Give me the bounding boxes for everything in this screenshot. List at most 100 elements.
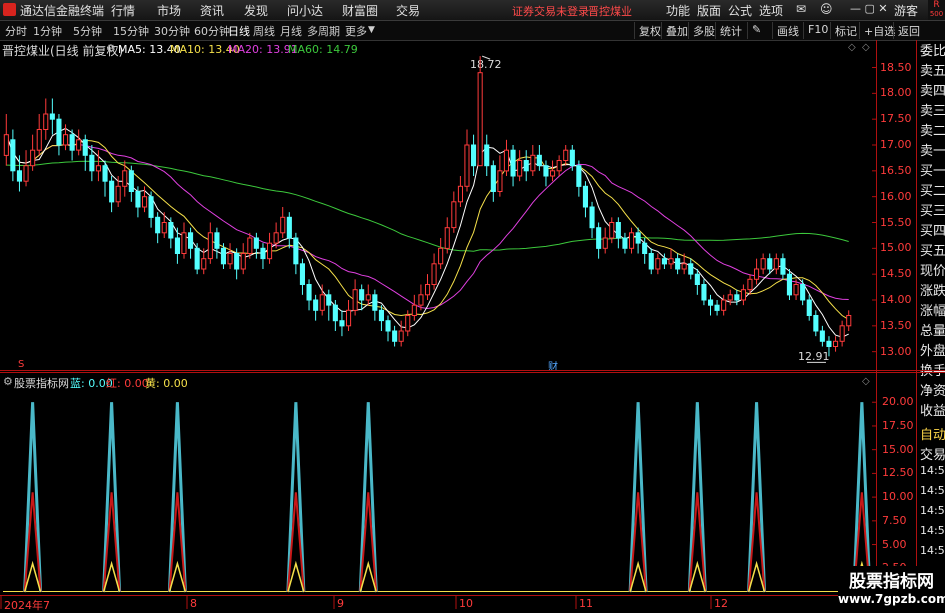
- candle-body: [181, 232, 187, 255]
- candle-body: [392, 330, 398, 342]
- candle-body: [214, 232, 220, 249]
- candle-body: [523, 160, 529, 172]
- candle-body: [457, 185, 463, 203]
- candle-body: [135, 191, 141, 208]
- watermark-line2: www.7gpzb.com: [838, 592, 945, 606]
- candle-body: [398, 330, 404, 342]
- candle-body: [359, 289, 365, 301]
- candle-body: [813, 315, 819, 332]
- candle-body: [773, 258, 779, 270]
- candle-body: [767, 258, 773, 270]
- candle-body: [550, 170, 556, 177]
- candle-body: [352, 289, 358, 311]
- r-badge[interactable]: R 500: [928, 0, 945, 20]
- candle-body: [405, 315, 411, 332]
- candle-body: [675, 258, 681, 270]
- candle-body: [63, 134, 69, 146]
- candle-body: [234, 253, 240, 270]
- candle-body: [464, 144, 470, 187]
- candle-body: [510, 149, 516, 177]
- candle-body: [260, 247, 266, 260]
- candle-body: [174, 237, 180, 254]
- candle-body: [800, 284, 806, 301]
- candle-body: [69, 134, 75, 151]
- candle-body: [319, 294, 325, 311]
- candle-body: [503, 149, 509, 172]
- candle-body: [102, 165, 108, 182]
- candle-body: [661, 258, 668, 265]
- candle-body: [714, 304, 720, 311]
- candle-body: [253, 237, 259, 249]
- candle-body: [128, 170, 134, 193]
- candle-body: [56, 118, 62, 146]
- kline-chart[interactable]: [0, 0, 945, 609]
- candle-body: [846, 315, 852, 327]
- candle-body: [247, 237, 253, 254]
- candle-body: [372, 294, 378, 311]
- candle-body: [280, 216, 286, 234]
- candle-body: [201, 258, 207, 270]
- candle-body: [227, 253, 233, 265]
- candle-body: [740, 289, 747, 301]
- candle-body: [602, 237, 608, 249]
- candle-body: [490, 165, 496, 192]
- candle-body: [273, 232, 279, 244]
- candle-body: [299, 263, 305, 285]
- candle-body: [629, 232, 635, 249]
- candle-body: [306, 284, 312, 301]
- candle-body: [648, 253, 654, 270]
- candle-body: [82, 139, 88, 156]
- candle-body: [339, 320, 345, 327]
- candle-body: [95, 165, 102, 172]
- candle-body: [635, 232, 641, 244]
- candle-body: [43, 113, 49, 130]
- candle-body: [220, 247, 226, 265]
- candle-body: [708, 299, 714, 306]
- candle-body: [576, 165, 582, 187]
- candle-body: [115, 185, 121, 203]
- candle-body: [569, 149, 575, 167]
- candle-body: [754, 268, 760, 280]
- candle-body: [642, 242, 648, 254]
- candle-body: [556, 160, 562, 172]
- candle-body: [833, 340, 839, 347]
- candle-body: [727, 294, 733, 301]
- candle-body: [826, 340, 832, 347]
- candle-body: [267, 242, 273, 260]
- candle-body: [451, 201, 457, 229]
- candle-body: [780, 258, 786, 275]
- candle-body: [332, 304, 338, 322]
- candle-body: [668, 258, 674, 265]
- candle-body: [155, 216, 161, 234]
- candle-body: [471, 144, 477, 167]
- candle-body: [425, 284, 431, 296]
- candle-body: [477, 72, 483, 167]
- candle-body: [760, 258, 766, 270]
- candle-body: [188, 232, 194, 249]
- candle-body: [536, 154, 542, 167]
- candle-body: [589, 206, 595, 229]
- candle-body: [16, 170, 22, 182]
- candle-body: [365, 294, 371, 301]
- candle-body: [286, 216, 292, 239]
- candle-body: [609, 222, 615, 239]
- candle-body: [530, 154, 536, 172]
- candle-body: [694, 273, 700, 286]
- candle-body: [819, 330, 825, 342]
- candle-body: [3, 134, 9, 156]
- candle-body: [240, 253, 246, 270]
- candle-body: [431, 263, 437, 285]
- candle-body: [615, 222, 621, 239]
- candle-body: [207, 232, 213, 260]
- candle-body: [438, 247, 444, 265]
- candle-body: [734, 294, 740, 301]
- candle-body: [786, 273, 793, 296]
- candle-body: [148, 196, 154, 218]
- candle-body: [346, 309, 352, 327]
- candle-body: [168, 222, 174, 239]
- candle-body: [10, 139, 16, 172]
- candle-body: [688, 263, 694, 275]
- candle-body: [76, 139, 82, 151]
- candle-body: [142, 196, 148, 208]
- watermark-line1: 股票指标网: [849, 572, 934, 592]
